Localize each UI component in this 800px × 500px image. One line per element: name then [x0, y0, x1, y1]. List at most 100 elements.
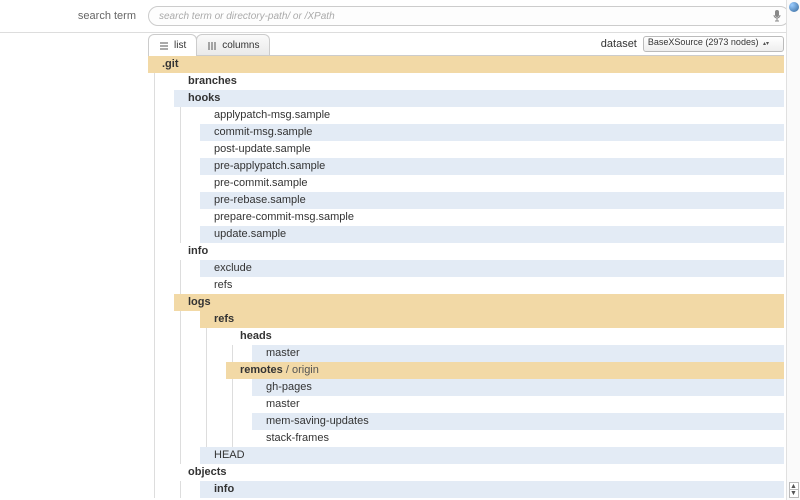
tree-guide — [206, 396, 207, 413]
dataset-label: dataset — [601, 38, 637, 50]
tree-guide — [180, 175, 181, 192]
search-wrap — [148, 6, 790, 26]
tree-row-label: heads — [240, 328, 272, 345]
tree-row[interactable]: update.sample — [200, 226, 784, 243]
tree-guide — [232, 345, 233, 362]
tree-guide — [154, 209, 155, 226]
tree-guide — [180, 260, 181, 277]
tree-guide — [180, 430, 181, 447]
tree-guide — [154, 158, 155, 175]
tree-row-label: HEAD — [214, 447, 245, 464]
tree-row[interactable]: pre-applypatch.sample — [200, 158, 784, 175]
tree-row-label: commit-msg.sample — [214, 124, 312, 141]
tree-guide — [154, 73, 155, 90]
tree-row[interactable]: gh-pages — [252, 379, 784, 396]
tree-guide — [180, 311, 181, 328]
stepper-icon: ▴▾ — [763, 42, 769, 47]
search-label: search term — [0, 10, 140, 22]
tree-guide — [206, 345, 207, 362]
tree-guide — [206, 328, 207, 345]
tree-guide — [154, 141, 155, 158]
tree-guide — [154, 226, 155, 243]
tree-row[interactable]: commit-msg.sample — [200, 124, 784, 141]
tree-row[interactable]: master — [252, 345, 784, 362]
tree-guide — [180, 124, 181, 141]
tree-row-label: update.sample — [214, 226, 286, 243]
tree-guide — [154, 107, 155, 124]
tree-row[interactable]: logs — [174, 294, 784, 311]
tree-row[interactable]: hooks — [174, 90, 784, 107]
tree-row-label: remotes / origin — [240, 362, 319, 379]
tree-guide — [180, 481, 181, 498]
tree-row[interactable]: pre-commit.sample — [200, 175, 784, 192]
tree-guide — [154, 481, 155, 498]
dataset-selected: BaseXSource (2973 nodes) — [648, 37, 759, 47]
tree-row-label: exclude — [214, 260, 252, 277]
tab-list[interactable]: list — [148, 34, 197, 56]
tree-guide — [206, 430, 207, 447]
tree-row-label: refs — [214, 277, 232, 294]
tree-guide — [180, 413, 181, 430]
tree-guide — [154, 362, 155, 379]
tree-row-label: pre-commit.sample — [214, 175, 308, 192]
scroll-up-button[interactable]: ▲ — [789, 482, 799, 490]
tree-row[interactable]: post-update.sample — [200, 141, 784, 158]
tree-guide — [180, 141, 181, 158]
tree-guide — [154, 396, 155, 413]
tree-row[interactable]: refs — [200, 277, 784, 294]
tree-guide — [154, 379, 155, 396]
tree-guide — [180, 396, 181, 413]
tree-row-label: post-update.sample — [214, 141, 311, 158]
tree-row[interactable]: HEAD — [200, 447, 784, 464]
tree-guide — [154, 90, 155, 107]
tree-row[interactable]: .git — [148, 56, 784, 73]
mic-icon[interactable] — [772, 9, 782, 23]
tab-columns-label: columns — [222, 40, 259, 51]
scroll-down-button[interactable]: ▼ — [789, 490, 799, 498]
tree-guide — [180, 328, 181, 345]
tree-guide — [154, 277, 155, 294]
tree-row-label: mem-saving-updates — [266, 413, 369, 430]
columns-icon — [207, 41, 217, 51]
tree-row-label: objects — [188, 464, 227, 481]
tree-guide — [232, 396, 233, 413]
tree-guide — [154, 260, 155, 277]
tree-row[interactable]: pre-rebase.sample — [200, 192, 784, 209]
tree-row[interactable]: info — [200, 481, 784, 498]
tree-row-label: info — [188, 243, 208, 260]
tree-guide — [232, 413, 233, 430]
tree-row-label: branches — [188, 73, 237, 90]
tree-row[interactable]: mem-saving-updates — [252, 413, 784, 430]
status-orb-icon — [789, 2, 799, 12]
tree-row[interactable]: master — [252, 396, 784, 413]
tab-columns[interactable]: columns — [196, 34, 270, 56]
tree-guide — [206, 362, 207, 379]
tree-row-label: logs — [188, 294, 211, 311]
tree-row[interactable]: prepare-commit-msg.sample — [200, 209, 784, 226]
tree-row-label: info — [214, 481, 234, 498]
dataset-select[interactable]: BaseXSource (2973 nodes) ▴▾ — [643, 36, 784, 52]
tree-guide — [180, 447, 181, 464]
tree-guide — [154, 175, 155, 192]
tree-row[interactable]: remotes / origin — [226, 362, 784, 379]
tree-guide — [180, 107, 181, 124]
tree-row[interactable]: branches — [174, 73, 784, 90]
tree-guide — [180, 345, 181, 362]
tree-row[interactable]: info — [174, 243, 784, 260]
tree-row[interactable]: heads — [226, 328, 784, 345]
tree-guide — [206, 379, 207, 396]
tree-row[interactable]: objects — [174, 464, 784, 481]
tree-row[interactable]: applypatch-msg.sample — [200, 107, 784, 124]
tree-row[interactable]: refs — [200, 311, 784, 328]
list-icon — [159, 41, 169, 51]
tree-view[interactable]: .gitbrancheshooksapplypatch-msg.sampleco… — [148, 55, 784, 500]
tree-row-label: pre-applypatch.sample — [214, 158, 325, 175]
scroll-stepper: ▲ ▼ — [789, 482, 799, 498]
tree-row[interactable]: stack-frames — [252, 430, 784, 447]
tree-row[interactable]: exclude — [200, 260, 784, 277]
tree-guide — [180, 209, 181, 226]
search-input[interactable] — [148, 6, 790, 26]
tree-guide — [154, 447, 155, 464]
tree-guide — [180, 277, 181, 294]
tree-guide — [180, 192, 181, 209]
